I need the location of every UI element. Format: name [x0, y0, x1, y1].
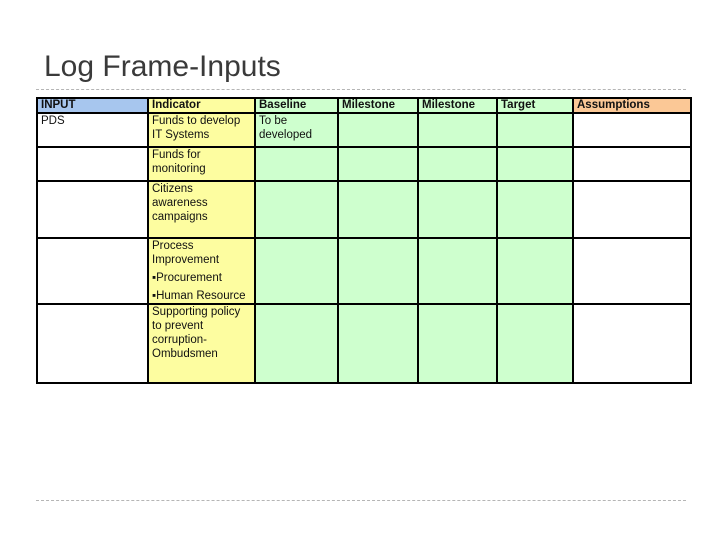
- cell-assumptions: [572, 303, 692, 384]
- cell-assumptions: [572, 180, 692, 239]
- cell-milestone-1: [337, 112, 419, 148]
- table-row: Citizens awareness campaigns: [36, 180, 692, 239]
- cell-milestone-2: [417, 303, 498, 384]
- cell-milestone-2: [417, 112, 498, 148]
- bottom-divider: [36, 500, 686, 501]
- cell-input: [36, 180, 149, 239]
- header-row: INPUT Indicator Baseline Milestone Miles…: [36, 97, 692, 114]
- cell-indicator: Funds to develop IT Systems: [147, 112, 256, 148]
- cell-input: PDS: [36, 112, 149, 148]
- header-milestone-1: Milestone: [337, 97, 419, 114]
- cell-indicator: Citizens awareness campaigns: [147, 180, 256, 239]
- cell-assumptions: [572, 146, 692, 182]
- cell-target: [496, 146, 574, 182]
- cell-target: [496, 303, 574, 384]
- top-divider: [36, 89, 686, 90]
- cell-baseline: To be developed: [254, 112, 339, 148]
- cell-input: [36, 303, 149, 384]
- cell-milestone-2: [417, 146, 498, 182]
- cell-target: [496, 237, 574, 305]
- table-row: PDS Funds to develop IT Systems To be de…: [36, 112, 692, 148]
- cell-milestone-1: [337, 303, 419, 384]
- header-target: Target: [496, 97, 574, 114]
- header-indicator: Indicator: [147, 97, 256, 114]
- cell-target: [496, 180, 574, 239]
- cell-baseline: [254, 303, 339, 384]
- cell-assumptions: [572, 237, 692, 305]
- cell-milestone-2: [417, 237, 498, 305]
- header-baseline: Baseline: [254, 97, 339, 114]
- indicator-bullet-procurement: ▪Procurement: [152, 272, 222, 284]
- cell-baseline: [254, 180, 339, 239]
- cell-baseline: [254, 146, 339, 182]
- header-milestone-2: Milestone: [417, 97, 498, 114]
- cell-input: [36, 237, 149, 305]
- table-row: Process Improvement ▪Procurement ▪Human …: [36, 237, 692, 305]
- header-input: INPUT: [36, 97, 149, 114]
- cell-target: [496, 112, 574, 148]
- cell-indicator: Supporting policy to prevent corruption-…: [147, 303, 256, 384]
- cell-milestone-1: [337, 180, 419, 239]
- cell-assumptions: [572, 112, 692, 148]
- slide-title: Log Frame-Inputs: [44, 50, 281, 83]
- cell-milestone-2: [417, 180, 498, 239]
- cell-milestone-1: [337, 237, 419, 305]
- cell-milestone-1: [337, 146, 419, 182]
- cell-indicator: Funds for monitoring: [147, 146, 256, 182]
- table-row: Supporting policy to prevent corruption-…: [36, 303, 692, 384]
- log-frame-table: INPUT Indicator Baseline Milestone Miles…: [36, 97, 692, 384]
- indicator-text: Process Improvement: [152, 240, 220, 266]
- cell-input: [36, 146, 149, 182]
- indicator-bullet-human-resource: ▪Human Resource: [152, 290, 246, 302]
- cell-baseline: [254, 237, 339, 305]
- header-assumptions: Assumptions: [572, 97, 692, 114]
- cell-indicator: Process Improvement ▪Procurement ▪Human …: [147, 237, 256, 305]
- table-row: Funds for monitoring: [36, 146, 692, 182]
